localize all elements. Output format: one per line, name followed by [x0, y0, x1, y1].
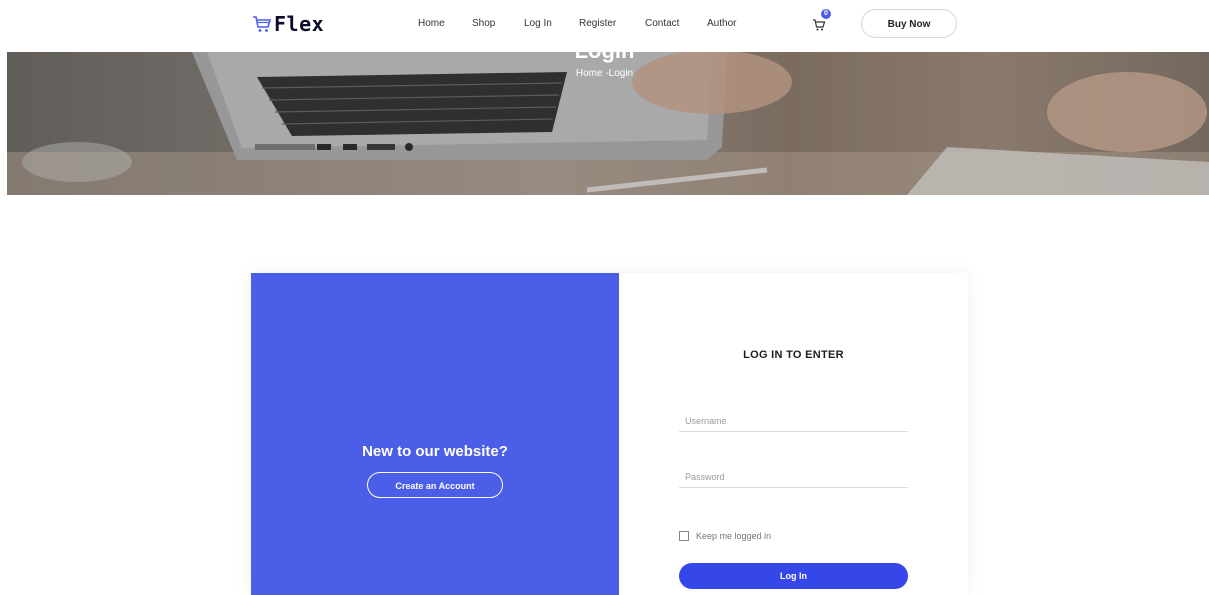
- remember-me[interactable]: Keep me logged in: [679, 531, 771, 541]
- site-header: Flex Home Shop Log In Register Contact A…: [0, 0, 1209, 52]
- logo-cart-icon: [253, 16, 272, 32]
- logo[interactable]: Flex: [252, 12, 324, 36]
- cart-icon: [813, 19, 826, 31]
- signup-panel: New to our website? Create an Account: [251, 273, 619, 595]
- login-submit-button[interactable]: Log In: [679, 563, 908, 589]
- nav-author[interactable]: Author: [707, 18, 736, 29]
- nav-register[interactable]: Register: [579, 18, 616, 29]
- signup-heading: New to our website?: [362, 443, 508, 460]
- logo-text: Flex: [274, 12, 325, 36]
- password-input[interactable]: [679, 466, 908, 488]
- breadcrumb[interactable]: Home -Login: [0, 68, 1209, 79]
- nav-contact[interactable]: Contact: [645, 18, 679, 29]
- cart-button[interactable]: 0: [812, 9, 832, 32]
- username-input[interactable]: [679, 410, 908, 432]
- buy-now-button[interactable]: Buy Now: [861, 9, 957, 38]
- cart-count-badge: 0: [821, 9, 831, 19]
- login-card: New to our website? Create an Account LO…: [251, 273, 968, 595]
- login-form-title: LOG IN TO ENTER: [743, 349, 844, 361]
- remember-me-checkbox[interactable]: [679, 531, 689, 541]
- create-account-button[interactable]: Create an Account: [367, 472, 503, 498]
- login-form-panel: LOG IN TO ENTER Keep me logged in Log In: [619, 273, 968, 595]
- remember-me-label: Keep me logged in: [696, 531, 772, 541]
- nav-login[interactable]: Log In: [524, 18, 552, 29]
- nav-home[interactable]: Home: [418, 18, 445, 29]
- nav-shop[interactable]: Shop: [472, 18, 495, 29]
